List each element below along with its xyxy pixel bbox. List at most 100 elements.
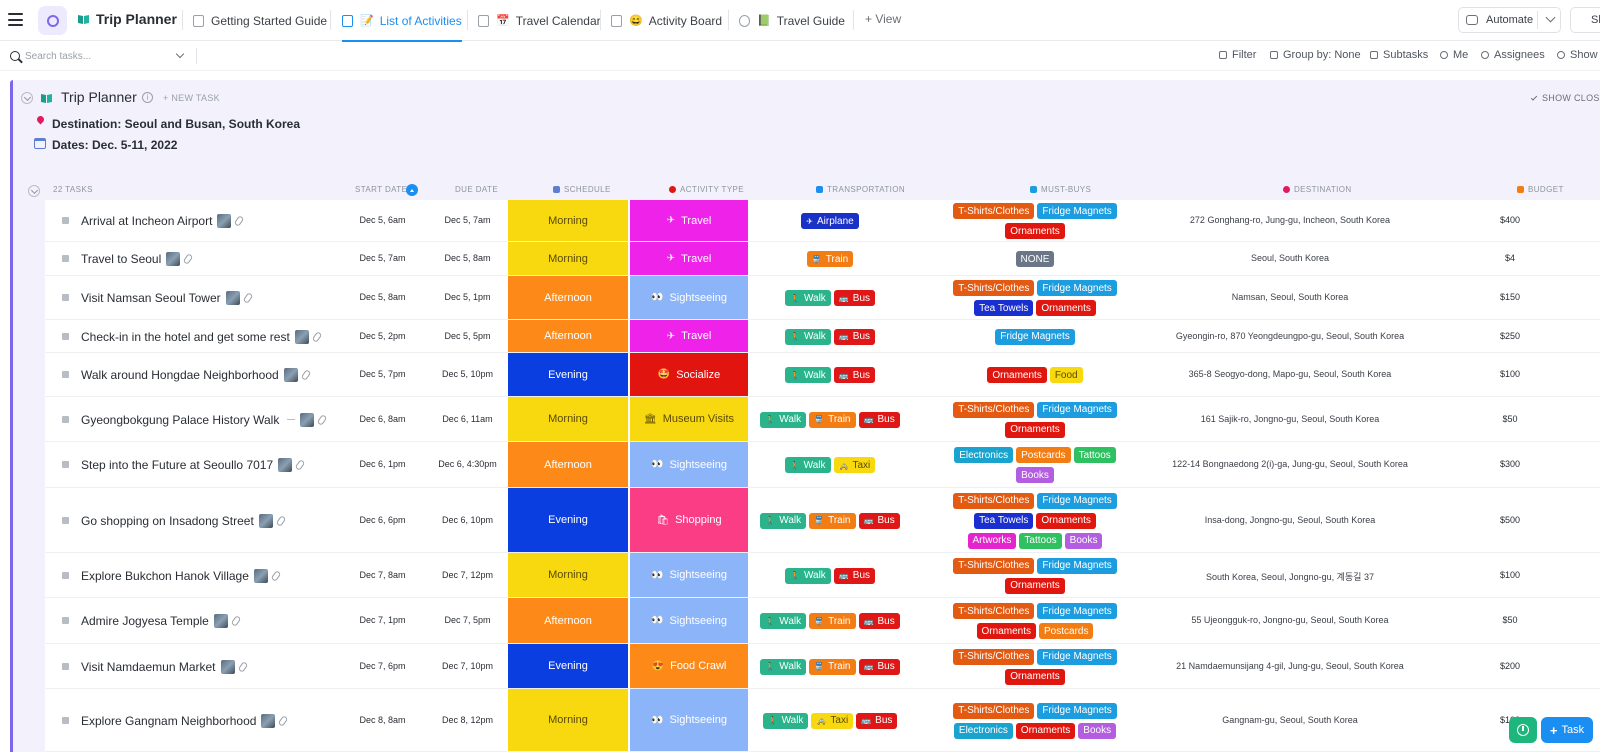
transport-tag-bus[interactable]: 🚌 Bus	[833, 567, 876, 584]
transportation-cell[interactable]: 🚶 Walk 🚆 Train 🚌 Bus	[760, 397, 900, 442]
must-buy-tag-t-shirts-clothes[interactable]: T-Shirts/Clothes	[953, 280, 1035, 296]
destination-cell[interactable]: 21 Namdaemunsijang 4-gil, Jung-gu, Seoul…	[1140, 661, 1440, 671]
task-name[interactable]: Check-in in the hotel and get some rest	[81, 329, 323, 345]
paperclip-icon[interactable]	[234, 215, 245, 227]
transport-tag-walk[interactable]: 🚶 Walk	[784, 328, 831, 345]
task-status-icon[interactable]	[62, 371, 69, 378]
schedule-cell[interactable]: Morning	[508, 242, 628, 275]
must-buys-cell[interactable]: T-Shirts/Clothes Fridge Magnets Tea Towels…	[950, 488, 1120, 553]
must-buys-cell[interactable]: T-Shirts/Clothes Fridge Magnets Ornaments	[950, 644, 1120, 689]
task-name[interactable]: Walk around Hongdae Neighborhood	[81, 367, 312, 383]
task-status-icon[interactable]	[62, 332, 69, 340]
due-date[interactable]: Dec 6, 4:30pm	[430, 459, 505, 469]
activity-type-cell[interactable]: 👀 Sightseeing	[630, 276, 748, 319]
task-name-label[interactable]: Go shopping on Insadong Street	[81, 514, 254, 528]
start-date[interactable]: Dec 5, 7am	[345, 253, 420, 263]
task-name[interactable]: Travel to Seoul	[81, 251, 194, 267]
transport-tag-train[interactable]: 🚆 Train	[809, 512, 856, 529]
must-buy-tag-tea-towels[interactable]: Tea Towels	[974, 512, 1034, 529]
start-date[interactable]: Dec 7, 8am	[345, 570, 420, 580]
task-name-label[interactable]: Admire Jogyesa Temple	[81, 614, 209, 628]
task-name-label[interactable]: Visit Namdaemun Market	[81, 660, 216, 674]
attachment-thumbnail[interactable]	[253, 568, 268, 583]
must-buy-tag-ornaments[interactable]: Ornaments	[1036, 512, 1096, 529]
must-buys-cell[interactable]: T-Shirts/Clothes Fridge Magnets Ornaments	[950, 397, 1120, 442]
task-name-label[interactable]: Arrival at Incheon Airport	[81, 214, 212, 228]
activity-type-cell[interactable]: 🛍 Shopping	[630, 488, 748, 552]
activity-type-cell[interactable]: 👀 Sightseeing	[630, 689, 748, 751]
schedule-cell[interactable]: Afternoon	[508, 320, 628, 352]
table-row[interactable]: Visit Namsan Seoul Tower Dec 5, 8am Dec 5,…	[45, 276, 1600, 320]
attachment-thumbnail[interactable]	[261, 713, 276, 728]
destination-cell[interactable]: Gyeongin-ro, 870 Yeongdeungpo-gu, Seoul,…	[1140, 331, 1440, 341]
destination-cell[interactable]: 365-8 Seogyo-dong, Mapo-gu, Seoul, South…	[1140, 369, 1440, 379]
paperclip-icon[interactable]	[311, 330, 323, 343]
attachment-thumbnail[interactable]	[220, 659, 235, 674]
must-buy-tag-t-shirts-clothes[interactable]: T-Shirts/Clothes	[953, 492, 1035, 509]
budget-cell[interactable]: $500	[1480, 515, 1540, 525]
task-name[interactable]: Go shopping on Insadong Street	[81, 513, 287, 529]
task-status-icon[interactable]	[62, 516, 69, 524]
transport-tag-bus[interactable]: 🚌 Bus	[858, 613, 900, 629]
transport-tag-walk[interactable]: 🚶 Walk	[784, 457, 831, 473]
must-buy-tag-tea-towels[interactable]: Tea Towels	[974, 300, 1034, 316]
table-row[interactable]: Step into the Future at Seoullo 7017 Dec …	[45, 442, 1600, 488]
due-date[interactable]: Dec 6, 11am	[430, 414, 505, 424]
must-buy-tag-books[interactable]: Books	[1064, 532, 1103, 549]
new-task-fab[interactable]: + Task	[1541, 717, 1593, 743]
timer-button[interactable]	[1509, 717, 1537, 743]
activity-type-cell[interactable]: 👀 Sightseeing	[630, 442, 748, 487]
must-buy-tag-postcards[interactable]: Postcards	[1039, 623, 1094, 639]
must-buy-tag-artworks[interactable]: Artworks	[967, 532, 1017, 549]
activity-type-cell[interactable]: 🤩 Socialize	[630, 353, 748, 396]
paperclip-icon[interactable]	[317, 413, 328, 426]
transport-tag-bus[interactable]: 🚌 Bus	[858, 512, 900, 529]
must-buys-cell[interactable]: Fridge Magnets	[950, 320, 1120, 353]
transport-tag-train[interactable]: 🚆 Train	[809, 658, 856, 675]
schedule-cell[interactable]: Evening	[508, 644, 628, 688]
space-title[interactable]: Trip Planner	[96, 11, 177, 27]
transportation-cell[interactable]: 🚶 Walk 🚕 Taxi 🚌 Bus	[760, 689, 900, 752]
transportation-cell[interactable]: 🚶 Walk 🚌 Bus	[760, 553, 900, 598]
paperclip-icon[interactable]	[278, 714, 289, 727]
schedule-cell[interactable]: Afternoon	[508, 276, 628, 319]
must-buys-cell[interactable]: NONE	[950, 242, 1120, 276]
paperclip-icon[interactable]	[237, 660, 248, 673]
attachment-thumbnail[interactable]	[283, 368, 298, 382]
must-buy-tag-t-shirts-clothes[interactable]: T-Shirts/Clothes	[953, 648, 1035, 665]
task-name[interactable]: Visit Namdaemun Market	[81, 659, 248, 675]
task-name-label[interactable]: Step into the Future at Seoullo 7017	[81, 458, 273, 472]
start-date[interactable]: Dec 6, 8am	[345, 414, 420, 424]
must-buy-tag-fridge-magnets[interactable]: Fridge Magnets	[1037, 702, 1117, 719]
transport-tag-walk[interactable]: 🚶 Walk	[762, 712, 809, 729]
must-buy-tag-t-shirts-clothes[interactable]: T-Shirts/Clothes	[953, 401, 1035, 418]
transport-tag-walk[interactable]: 🚶 Walk	[784, 367, 831, 383]
transport-tag-bus[interactable]: 🚌 Bus	[833, 290, 876, 306]
due-date[interactable]: Dec 7, 5pm	[430, 615, 505, 625]
task-name-label[interactable]: Gyeongbokgung Palace History Walk	[81, 413, 279, 427]
must-buy-tag-ornaments[interactable]: Ornaments	[1015, 722, 1076, 739]
due-date[interactable]: Dec 5, 10pm	[430, 369, 505, 379]
destination-cell[interactable]: 161 Sajik-ro, Jongno-gu, Seoul, South Ko…	[1140, 414, 1440, 424]
transport-tag-walk[interactable]: 🚶 Walk	[760, 411, 807, 428]
paperclip-icon[interactable]	[300, 369, 312, 381]
must-buys-cell[interactable]: Electronics Postcards Tattoos Books	[950, 442, 1120, 488]
group-by-button[interactable]: Group by: None	[1270, 49, 1361, 61]
task-name[interactable]: Visit Namsan Seoul Tower	[81, 290, 253, 306]
must-buy-tag-electronics[interactable]: Electronics	[953, 722, 1013, 739]
paperclip-icon[interactable]	[270, 569, 282, 582]
search-input[interactable]	[25, 48, 175, 64]
must-buy-tag-fridge-magnets[interactable]: Fridge Magnets	[1037, 401, 1117, 418]
transport-tag-taxi[interactable]: 🚕 Taxi	[833, 457, 876, 473]
transport-tag-walk[interactable]: 🚶 Walk	[784, 290, 831, 306]
column-transportation[interactable]: TRANSPORTATION	[816, 185, 905, 194]
schedule-cell[interactable]: Morning	[508, 397, 628, 441]
transport-tag-train[interactable]: 🚆 Train	[809, 411, 856, 428]
transport-tag-walk[interactable]: 🚶 Walk	[760, 512, 807, 529]
info-icon[interactable]: i	[142, 92, 153, 103]
task-name[interactable]: Gyeongbokgung Palace History Walk	[81, 412, 328, 428]
task-status-icon[interactable]	[62, 617, 69, 624]
budget-cell[interactable]: $100	[1480, 570, 1540, 580]
due-date[interactable]: Dec 7, 10pm	[430, 661, 505, 671]
task-name[interactable]: Arrival at Incheon Airport	[81, 213, 245, 229]
